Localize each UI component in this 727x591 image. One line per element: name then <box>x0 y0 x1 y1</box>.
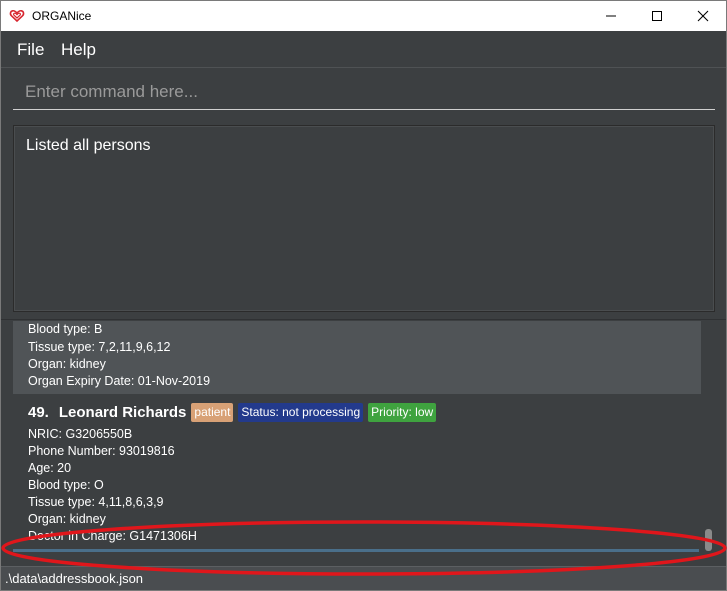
person-card[interactable]: 49. Leonard Richards patient Status: not… <box>13 394 701 549</box>
menu-bar: File Help <box>1 31 726 67</box>
result-display[interactable]: Listed all persons <box>13 125 715 312</box>
save-location: .\data\addressbook.json <box>5 571 144 586</box>
doctor-in-charge-field: Doctor in Charge: G1471306H <box>28 529 197 543</box>
app-window: ORGANice File Help Listed all persons Bl… <box>0 0 727 591</box>
maximize-icon <box>651 10 663 22</box>
tissue-type-field: Tissue type: 4,11,8,6,3,9 <box>28 495 164 509</box>
person-name: Leonard Richards <box>58 404 187 421</box>
organ-field: Organ: kidney <box>28 357 106 371</box>
organ-expiry-field: Organ Expiry Date: 01-Nov-2019 <box>28 374 211 388</box>
scrollbar-thumb[interactable] <box>705 529 712 551</box>
tissue-type-field: Tissue type: 7,2,11,9,6,12 <box>28 340 171 354</box>
menu-help[interactable]: Help <box>61 40 96 60</box>
result-message: Listed all persons <box>26 137 151 154</box>
maximize-button[interactable] <box>634 1 680 31</box>
blood-type-field: Blood type: B <box>28 322 103 336</box>
priority-tag: Priority: low <box>368 403 437 422</box>
window-title: ORGANice <box>32 9 92 23</box>
title-bar[interactable]: ORGANice <box>1 1 726 31</box>
command-box <box>1 67 726 120</box>
status-tag: Status: not processing <box>238 403 364 422</box>
horizontal-scrollbar[interactable] <box>13 549 699 552</box>
person-card[interactable]: Blood type: B Tissue type: 7,2,11,9,6,12… <box>13 321 701 394</box>
minimize-icon <box>605 10 617 22</box>
person-index: 49. <box>28 404 49 421</box>
status-bar: .\data\addressbook.json <box>1 566 726 590</box>
type-tag: patient <box>191 403 234 422</box>
close-icon <box>697 10 709 22</box>
nric-field: NRIC: G3206550B <box>28 427 133 441</box>
command-input[interactable] <box>13 74 715 110</box>
person-list[interactable]: Blood type: B Tissue type: 7,2,11,9,6,12… <box>13 321 715 561</box>
age-field: Age: 20 <box>28 461 72 475</box>
heart-icon <box>9 9 25 23</box>
close-button[interactable] <box>680 1 726 31</box>
organ-field: Organ: kidney <box>28 512 106 526</box>
phone-field: Phone Number: 93019816 <box>28 444 175 458</box>
panel-divider <box>1 319 726 320</box>
blood-type-field: Blood type: O <box>28 478 104 492</box>
person-header: 49. Leonard Richards patient Status: not… <box>28 403 437 422</box>
minimize-button[interactable] <box>588 1 634 31</box>
vertical-scrollbar[interactable] <box>701 321 715 561</box>
menu-file[interactable]: File <box>17 40 44 60</box>
